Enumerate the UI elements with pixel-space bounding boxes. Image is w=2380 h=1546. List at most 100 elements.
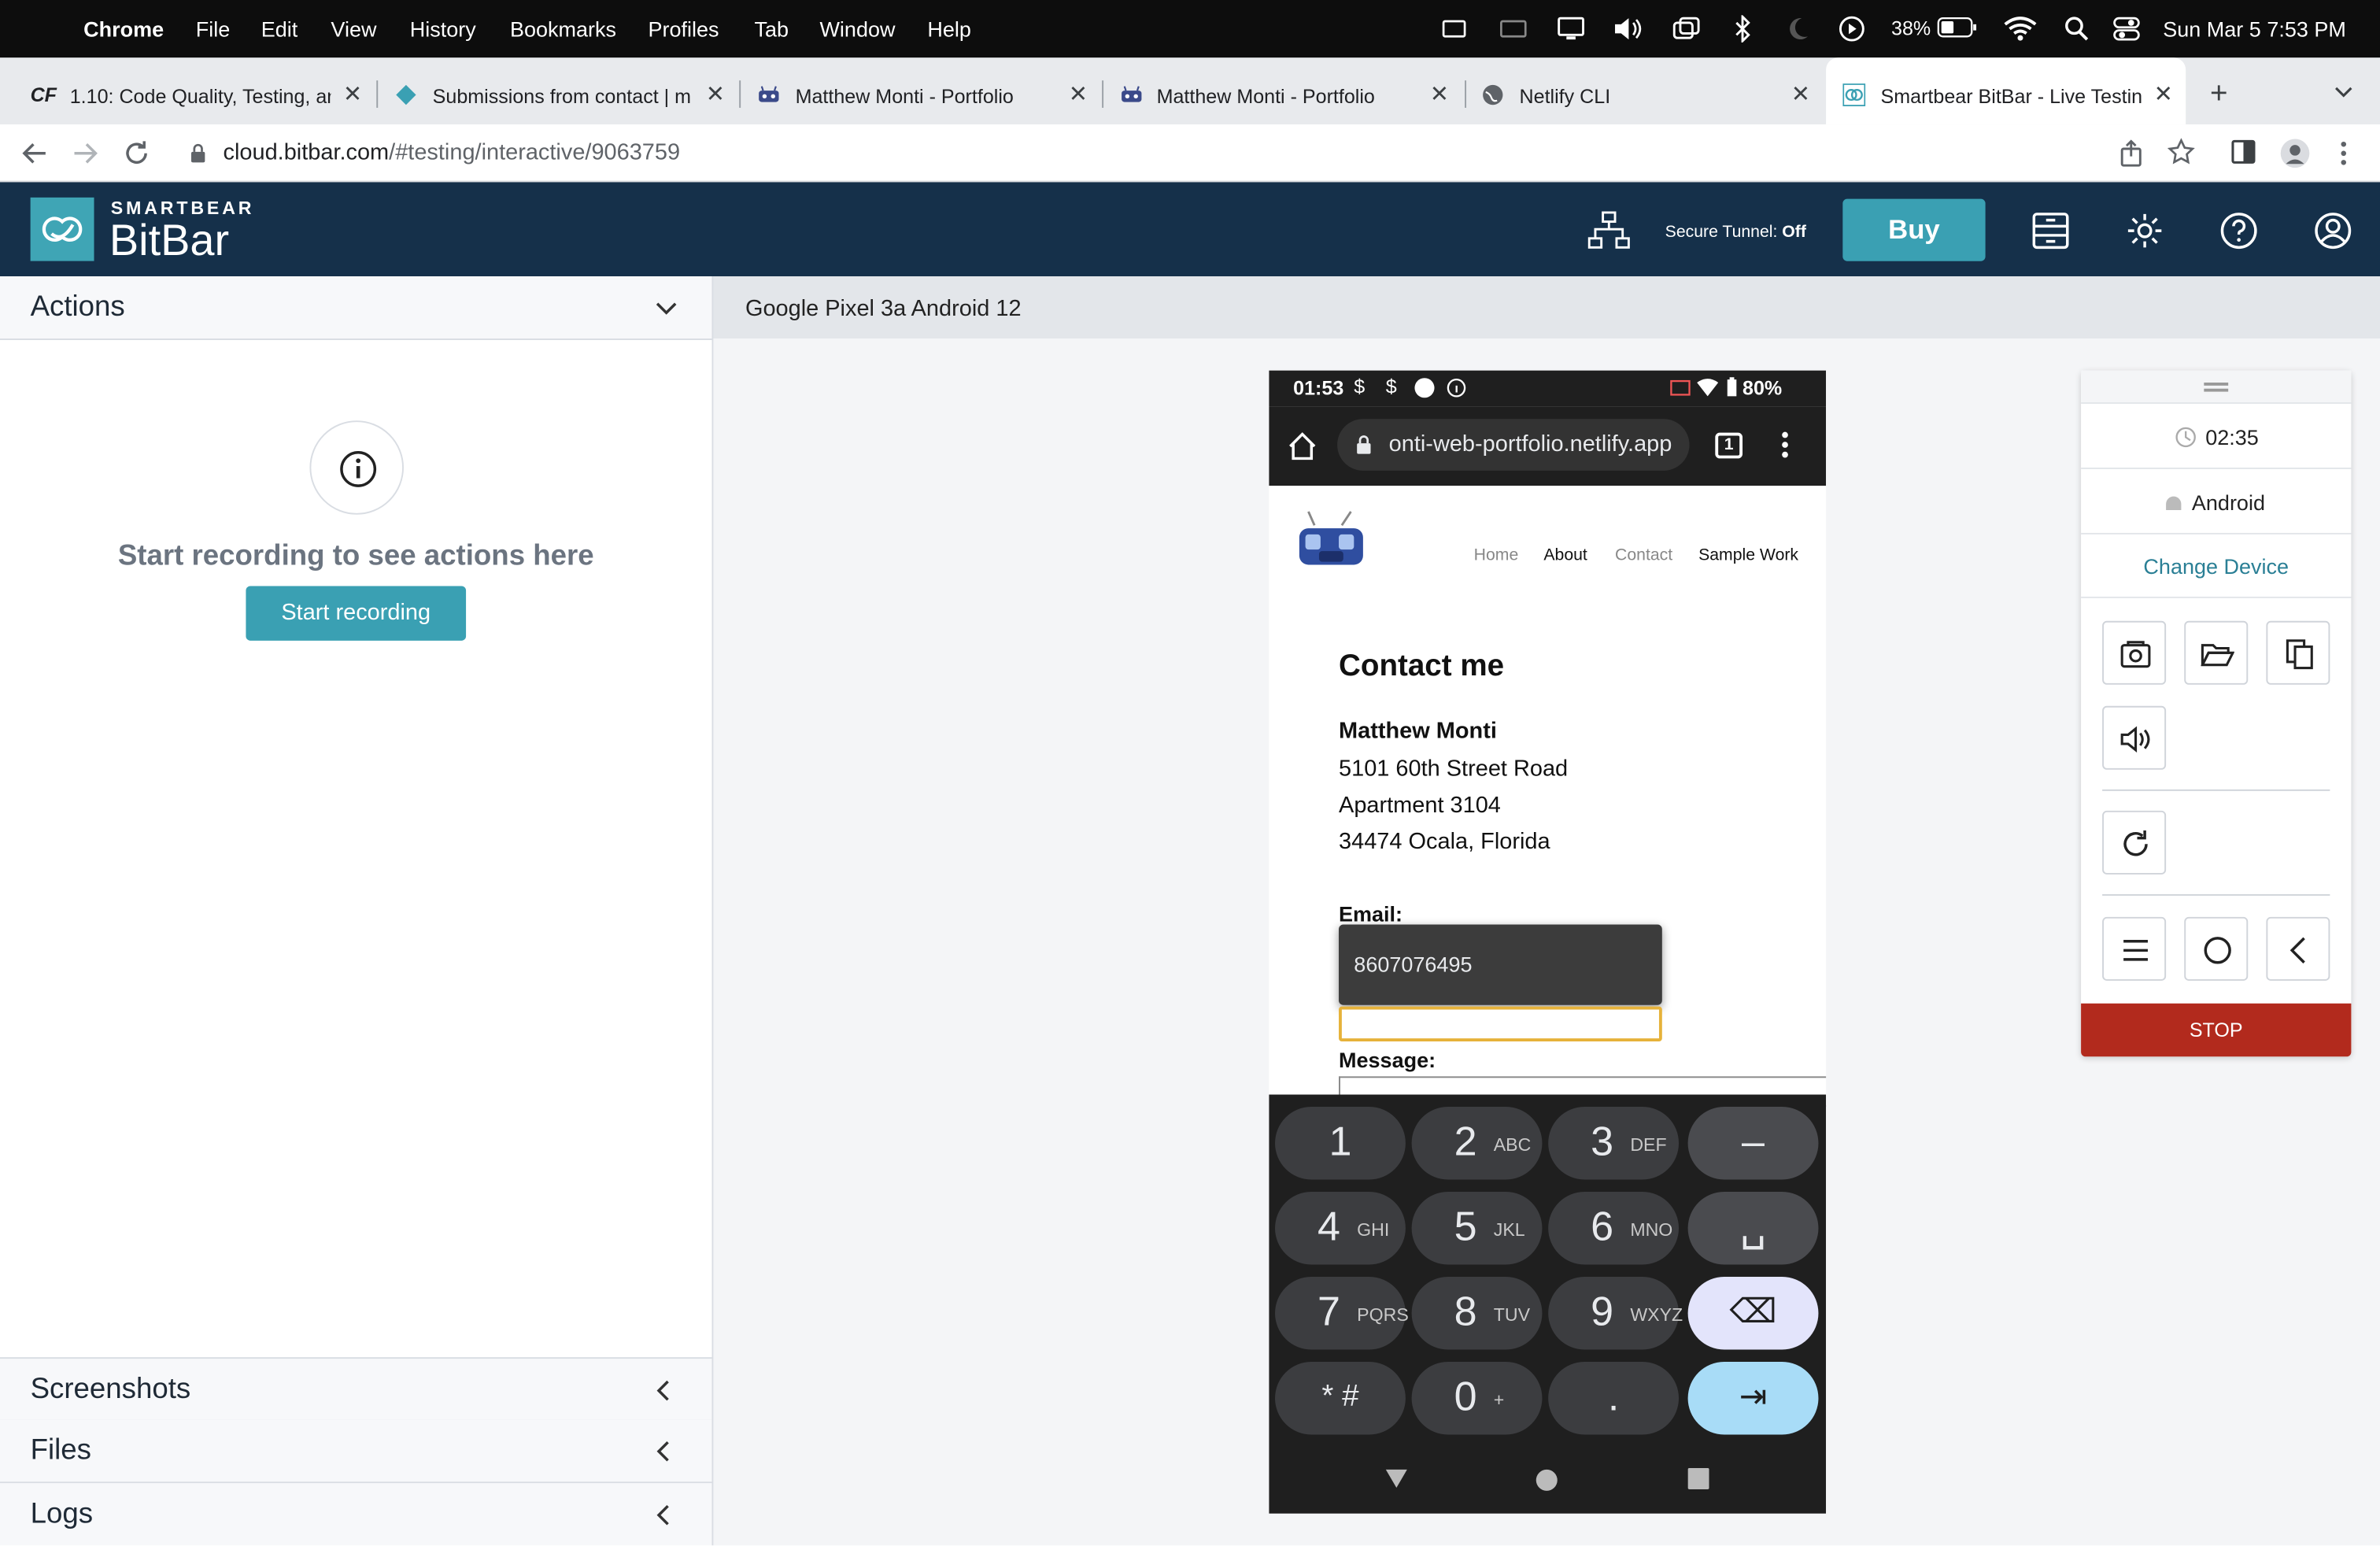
control-center-icon[interactable] [2113,15,2141,43]
upload-file-button[interactable] [2184,620,2249,685]
key-dash[interactable]: – [1687,1106,1819,1180]
robot-logo-icon[interactable] [1296,510,1366,571]
forward-arrow-icon[interactable] [72,141,99,165]
key-space[interactable]: ␣ [1687,1191,1819,1265]
nav-link-contact[interactable]: Contact [1615,546,1672,564]
close-icon[interactable]: ✕ [2154,80,2173,108]
key-backspace[interactable]: ⌫ [1687,1276,1819,1350]
chevron-left-icon[interactable] [656,1380,671,1401]
buy-button[interactable]: Buy [1842,198,1986,261]
focus-moon-icon[interactable] [1785,15,1809,43]
lock-icon[interactable] [190,142,206,164]
nav-back-triangle-icon[interactable] [1384,1468,1409,1497]
volume-button[interactable] [2102,705,2167,770]
home-button[interactable] [2184,916,2249,981]
menu-edit[interactable]: Edit [261,17,298,41]
url-field[interactable]: cloud.bitbar.com/#testing/interactive/90… [224,139,681,165]
volume-icon[interactable] [1612,15,1643,43]
kebab-menu-icon[interactable] [1780,431,1790,459]
close-icon[interactable]: ✕ [706,80,725,108]
spotlight-search-icon[interactable] [2064,15,2089,43]
close-icon[interactable]: ✕ [1069,80,1088,108]
nav-recents-square-icon[interactable] [1687,1467,1709,1497]
recent-apps-button[interactable] [2102,916,2167,981]
menu-tab[interactable]: Tab [755,17,789,41]
key-7[interactable]: 7 PQRS [1275,1276,1409,1350]
browser-tab[interactable]: Matthew Monti - Portfolio ✕ [741,57,1102,124]
key-8[interactable]: 8 TUV [1411,1276,1543,1350]
menu-window[interactable]: Window [819,17,895,41]
browser-tab[interactable]: CF 1.10: Code Quality, Testing, an ✕ [0,57,376,124]
bitbar-logo-icon[interactable] [30,197,94,261]
rotate-button[interactable] [2102,810,2167,875]
menu-history[interactable]: History [410,17,476,41]
device-screen[interactable]: 01:53 $ $ 80% onti-web-portfolio.netlify… [1269,370,1827,1514]
home-icon[interactable] [1287,431,1318,462]
key-0[interactable]: 0 + [1411,1361,1543,1435]
side-panel-icon[interactable] [2231,139,2256,164]
kebab-menu-icon[interactable] [2338,139,2349,167]
battery-icon[interactable] [1937,17,1979,38]
close-icon[interactable]: ✕ [343,80,362,108]
menu-view[interactable]: View [331,17,376,41]
share-icon[interactable] [2119,139,2143,167]
close-icon[interactable]: ✕ [1791,80,1810,108]
key-next[interactable]: ⇥ [1687,1361,1819,1435]
back-button[interactable] [2266,916,2330,981]
menu-file[interactable]: File [196,17,231,41]
key-1[interactable]: 1 [1275,1106,1406,1180]
menu-app-name[interactable]: Chrome [83,17,164,41]
change-device-row[interactable]: Change Device [2081,534,2352,598]
clock[interactable]: Sun Mar 5 7:53 PM [2163,17,2346,41]
bookmark-star-icon[interactable] [2168,138,2195,166]
key-star-hash[interactable]: * # [1275,1361,1406,1435]
bluetooth-icon[interactable] [1733,15,1751,43]
key-5[interactable]: 5 JKL [1411,1191,1543,1265]
menu-profiles[interactable]: Profiles [649,17,719,41]
browser-tab[interactable]: Matthew Monti - Portfolio ✕ [1103,57,1465,124]
nav-link-about[interactable]: About [1543,546,1587,564]
key-4[interactable]: 4 GHI [1275,1191,1406,1265]
nav-link-home[interactable]: Home [1474,546,1519,564]
profile-avatar-icon[interactable] [2280,139,2311,169]
screenshot-button[interactable] [2102,620,2167,685]
drag-handle[interactable] [2081,370,2352,405]
android-url-field[interactable]: onti-web-portfolio.netlify.app [1337,419,1690,471]
menu-bookmarks[interactable]: Bookmarks [510,17,616,41]
nav-home-circle-icon[interactable] [1535,1468,1559,1500]
account-icon[interactable] [2313,211,2352,250]
mission-control-icon[interactable] [1672,15,1700,43]
gear-icon[interactable] [2125,211,2164,250]
key-2[interactable]: 2 ABC [1411,1106,1543,1180]
key-period[interactable]: . [1548,1361,1680,1435]
actions-section-header[interactable]: Actions [0,276,712,341]
key-6[interactable]: 6 MNO [1548,1191,1680,1265]
device-list-icon[interactable] [2031,211,2070,250]
browser-tab[interactable]: Netlify CLI ✕ [1466,57,1824,124]
tab-search-chevron-icon[interactable] [2334,87,2352,98]
tab-count-button[interactable]: 1 [1715,432,1743,459]
help-icon[interactable] [2219,211,2259,250]
chevron-down-icon[interactable] [656,301,677,316]
stop-session-button[interactable]: STOP [2081,1003,2352,1057]
browser-tab-active[interactable]: Smartbear BitBar - Live Testin ✕ [1826,57,2186,125]
browser-tab[interactable]: Submissions from contact | m ✕ [378,57,739,124]
change-device-link[interactable]: Change Device [2081,554,2351,579]
start-recording-button[interactable]: Start recording [246,586,467,641]
play-circle-icon[interactable] [1839,15,1866,43]
chevron-left-icon[interactable] [656,1441,671,1462]
logs-section-header[interactable]: Logs [0,1483,712,1546]
files-section-header[interactable]: Files [0,1419,712,1484]
keyboard-icon[interactable] [1442,17,1466,41]
screenshots-section-header[interactable]: Screenshots [0,1357,712,1422]
network-topology-icon[interactable] [1587,211,1630,250]
new-tab-plus-icon[interactable]: + [2210,77,2228,112]
wifi-icon[interactable] [2004,15,2037,43]
sidecar-icon[interactable] [1499,17,1527,41]
display-icon[interactable] [1558,15,1585,43]
secure-tunnel-status[interactable]: Secure Tunnel: Off [1665,224,1806,242]
key-9[interactable]: 9 WXYZ [1548,1276,1683,1350]
chevron-left-icon[interactable] [656,1504,671,1526]
autofill-suggestion[interactable]: 8607076495 [1339,924,1662,1005]
close-icon[interactable]: ✕ [1430,80,1449,108]
